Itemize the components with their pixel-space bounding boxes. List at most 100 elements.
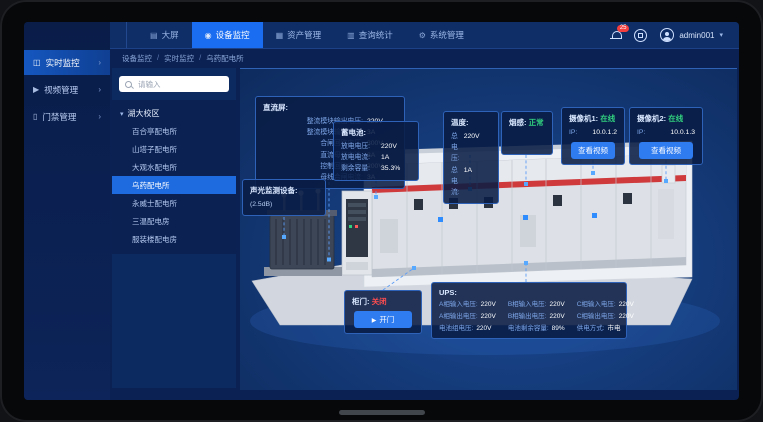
smoke-title: 烟感: 正常 (509, 117, 545, 128)
field-value: 220V (550, 313, 565, 320)
camera1-ip: 10.0.1.2 (592, 127, 617, 138)
breadcrumb-part[interactable]: 乌药配电所 (206, 53, 244, 64)
breadcrumb-part[interactable]: 实时监控 (164, 53, 194, 64)
battery-title: 蓄电池: (341, 127, 411, 138)
door-title: 柜门: 关闭 (352, 296, 414, 307)
tree-item-station[interactable]: 服装楼配电房 (112, 230, 236, 248)
camera1-status: 在线 (600, 114, 615, 123)
nav-tab-query-statistics[interactable]: ▥ 查询统计 (334, 22, 406, 48)
tree-item-station[interactable]: 大观水配电所 (112, 158, 236, 176)
meter-title: 温度: (451, 117, 491, 128)
app-window: ◫ 实时监控 › ▶ 视频管理 › ▯ 门禁管理 › (24, 22, 739, 400)
door-icon: ▯ (33, 112, 37, 121)
tree-item-station[interactable]: 三温配电房 (112, 212, 236, 230)
search-icon (125, 81, 132, 88)
field-label: 放电电流: (341, 152, 377, 163)
nav-tab-label: 设备监控 (216, 29, 250, 41)
field-value: 35.3% (381, 163, 411, 174)
nav-tab-bigscreen[interactable]: ▤ 大屏 (137, 22, 192, 48)
field-label: 总电压: (451, 131, 460, 165)
field-label: 供电方式: (577, 325, 605, 332)
field-value: 1A (381, 152, 411, 163)
tree-root-campus[interactable]: ▾ 湖大校区 (112, 105, 236, 122)
device-home-bar (339, 410, 425, 415)
cabinet-door-annotation: 柜门: 关闭 ▶开门 (344, 290, 422, 334)
topbar-right: 25 admin001 ▾ (611, 28, 739, 42)
tree-item-station[interactable]: 山塔子配电所 (112, 140, 236, 158)
sidebar-item-access-control[interactable]: ▯ 门禁管理 › (24, 104, 110, 129)
field-value: 220V (381, 141, 411, 152)
battery-annotation: 蓄电池: 放电电压: 220V 放电电流: 1A 剩余容量: 35.3% (333, 121, 419, 181)
avatar (660, 28, 674, 42)
tree-item-station[interactable]: 永威士配电所 (112, 194, 236, 212)
view-video-button[interactable]: 查看视频 (639, 142, 692, 159)
field-value: 220V (619, 313, 634, 320)
chevron-right-icon: › (98, 112, 101, 121)
breadcrumb: 设备监控 / 实时监控 / 乌药配电所 (122, 53, 244, 64)
search-input[interactable] (136, 79, 223, 90)
sound-monitor-value: (2.5dB) (250, 199, 318, 210)
field-label: 电池剩余容量: (508, 325, 549, 332)
nav-tab-asset-management[interactable]: ▦ 资产管理 (263, 22, 335, 48)
field-label: C相输出电压: (577, 313, 616, 320)
sidebar: ◫ 实时监控 › ▶ 视频管理 › ▯ 门禁管理 › (24, 22, 110, 400)
field-label: A相输入电压: (439, 301, 478, 308)
field-value: 220V (464, 131, 491, 165)
open-door-button[interactable]: ▶开门 (354, 311, 411, 328)
notifications-bell-icon[interactable]: 25 (611, 30, 621, 40)
camera2-status: 在线 (668, 114, 683, 123)
door-status: 关闭 (372, 297, 387, 306)
camera1-title: 摄像机1: 在线 (569, 113, 617, 124)
ip-label: IP: (569, 127, 588, 138)
field-label: B相输出电压: (508, 313, 547, 320)
device-frame: ◫ 实时监控 › ▶ 视频管理 › ▯ 门禁管理 › (0, 0, 763, 422)
asset-icon: ▦ (276, 31, 284, 40)
camera2-title: 摄像机2: 在线 (637, 113, 695, 124)
nav-tab-system-management[interactable]: ⚙ 系统管理 (406, 22, 477, 48)
field-label: A相输出电压: (439, 313, 478, 320)
video-icon: ▶ (33, 85, 39, 94)
ip-label: IP: (637, 127, 666, 138)
dc-panel-title: 直流屏: (263, 102, 397, 113)
open-door-icon: ▶ (372, 318, 377, 324)
field-label: B相输入电压: (508, 301, 547, 308)
tree-search[interactable] (119, 76, 229, 92)
field-value: 220V (476, 325, 491, 332)
breadcrumb-separator: / (157, 53, 159, 64)
monitor-icon: ◉ (205, 31, 212, 40)
field-label: 剩余容量: (341, 163, 377, 174)
main-3d-view: 直流屏: 整流模块输出电压:220V 整流模块输出电流:3A 合闸回路电压:30… (240, 68, 737, 390)
chevron-right-icon: › (98, 58, 101, 67)
smoke-sensor-annotation: 烟感: 正常 (501, 111, 553, 155)
breadcrumb-separator: / (199, 53, 201, 64)
sidebar-item-label: 实时监控 (46, 57, 80, 69)
field-label: 电池组电压: (439, 325, 473, 332)
top-nav: ▤ 大屏 ◉ 设备监控 ▦ 资产管理 ▥ 查询统计 ⚙ 系统管理 (126, 22, 477, 48)
station-tree-panel: ▾ 湖大校区 百合亭配电所 山塔子配电所 大观水配电所 乌药配电所 永威士配电所… (112, 68, 236, 388)
breadcrumb-part[interactable]: 设备监控 (122, 53, 152, 64)
field-value: 220V (619, 301, 634, 308)
field-value: 220V (481, 301, 496, 308)
field-value: 89% (552, 325, 565, 332)
camera2-ip: 10.0.1.3 (670, 127, 695, 138)
tree-item-station[interactable]: 百合亭配电所 (112, 122, 236, 140)
chevron-right-icon: › (98, 85, 101, 94)
tree-item-station-selected[interactable]: 乌药配电所 (112, 176, 236, 194)
field-label: 放电电压: (341, 141, 377, 152)
sidebar-item-realtime-monitoring[interactable]: ◫ 实时监控 › (24, 50, 110, 75)
nav-tab-label: 系统管理 (430, 29, 464, 41)
nav-tab-label: 大屏 (162, 29, 179, 41)
nav-tab-equipment-monitoring[interactable]: ◉ 设备监控 (192, 22, 263, 48)
station-tree: ▾ 湖大校区 百合亭配电所 山塔子配电所 大观水配电所 乌药配电所 永威士配电所… (112, 100, 236, 254)
view-video-button[interactable]: 查看视频 (571, 142, 615, 159)
field-value: 220V (550, 301, 565, 308)
fullscreen-icon[interactable] (634, 29, 647, 42)
smoke-status: 正常 (529, 118, 544, 127)
user-menu[interactable]: admin001 ▾ (660, 28, 723, 42)
nav-tab-label: 查询统计 (359, 29, 393, 41)
nav-tab-label: 资产管理 (287, 29, 321, 41)
sidebar-item-video-management[interactable]: ▶ 视频管理 › (24, 77, 110, 102)
field-label: C相输入电压: (577, 301, 616, 308)
screen-icon: ▤ (150, 31, 158, 40)
meter-annotation: 温度: 总电压:220V 总电流:1A (443, 111, 499, 204)
